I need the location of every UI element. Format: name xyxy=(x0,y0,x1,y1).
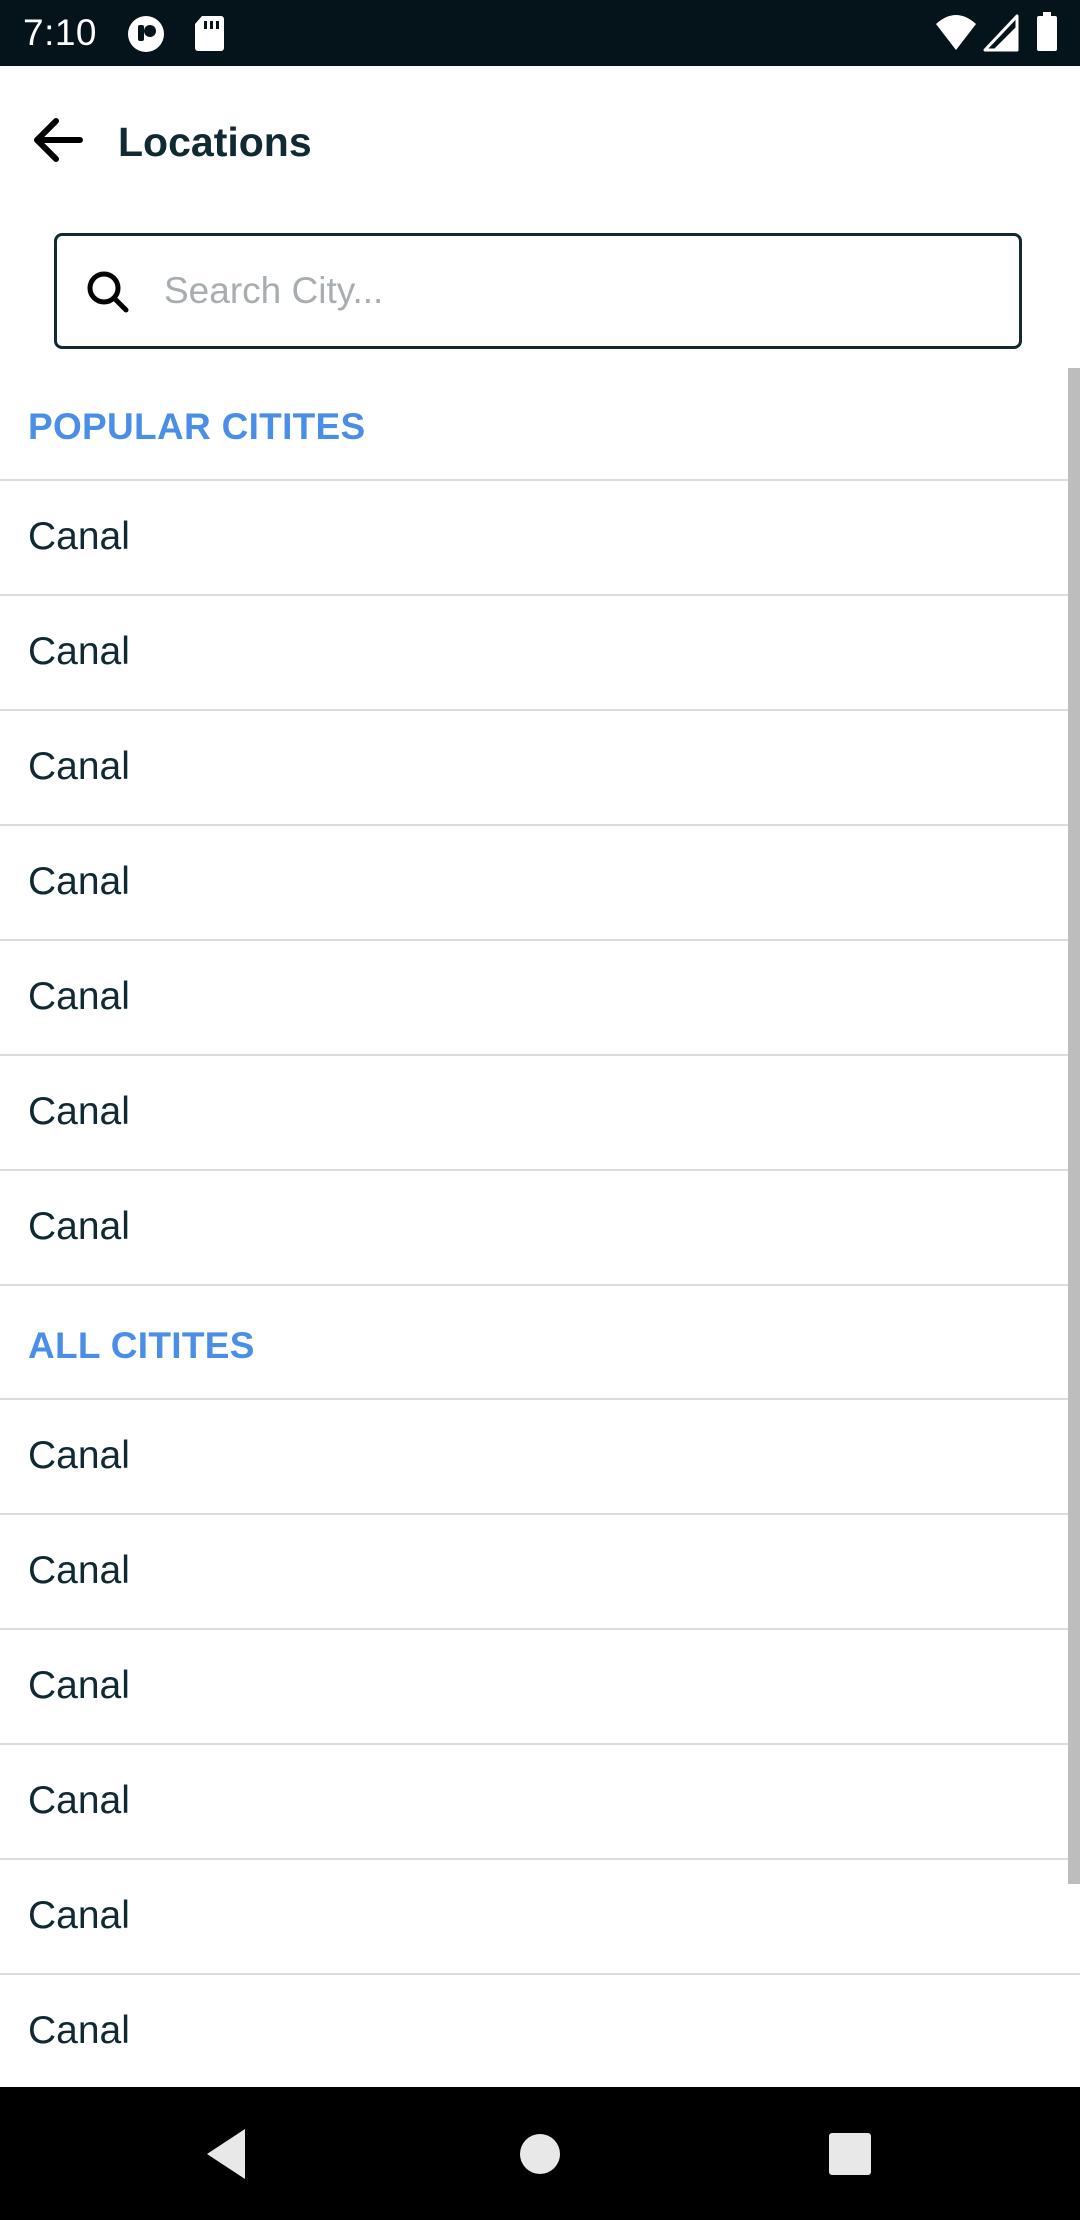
app-notification-icon xyxy=(128,16,164,52)
app-header: Locations xyxy=(0,66,1080,222)
battery-icon xyxy=(1037,12,1057,51)
city-list-item[interactable]: Canal xyxy=(0,1630,1080,1745)
sd-card-icon xyxy=(195,16,224,51)
city-list-item[interactable]: Canal xyxy=(0,1860,1080,1975)
section-header-all-cities: ALL CITITES xyxy=(0,1286,1080,1400)
arrow-left-icon xyxy=(34,118,83,162)
city-list-item[interactable]: Canal xyxy=(0,711,1080,826)
city-list-item[interactable]: Canal xyxy=(0,826,1080,941)
back-triangle-icon[interactable] xyxy=(191,2119,261,2189)
recents-square-icon[interactable] xyxy=(815,2119,885,2189)
status-bar: 7:10 xyxy=(0,0,1080,66)
system-nav-bar xyxy=(0,2087,1080,2220)
page-title: Locations xyxy=(118,119,312,165)
city-list-item[interactable]: Canal xyxy=(0,596,1080,711)
city-list-item[interactable]: Canal xyxy=(0,1056,1080,1171)
search-box[interactable] xyxy=(54,233,1022,349)
search-icon xyxy=(87,271,129,313)
search-input[interactable] xyxy=(164,256,994,326)
status-time: 7:10 xyxy=(23,12,98,53)
wifi-icon xyxy=(936,15,976,50)
list-scrollbar[interactable] xyxy=(1068,368,1080,1884)
city-list[interactable]: POPULAR CITITES Canal Canal Canal Canal … xyxy=(0,367,1080,2087)
city-list-item[interactable]: Canal xyxy=(0,1745,1080,1860)
home-circle-icon[interactable] xyxy=(505,2119,575,2189)
city-list-item[interactable]: Canal xyxy=(0,1400,1080,1515)
section-header-popular-cities: POPULAR CITITES xyxy=(0,367,1080,481)
city-list-item[interactable]: Canal xyxy=(0,481,1080,596)
city-list-item[interactable]: Canal xyxy=(0,941,1080,1056)
city-list-item[interactable]: Canal xyxy=(0,1975,1080,2087)
city-list-item[interactable]: Canal xyxy=(0,1171,1080,1286)
cellular-signal-icon xyxy=(983,14,1019,52)
city-list-item[interactable]: Canal xyxy=(0,1515,1080,1630)
back-button[interactable] xyxy=(28,110,108,174)
